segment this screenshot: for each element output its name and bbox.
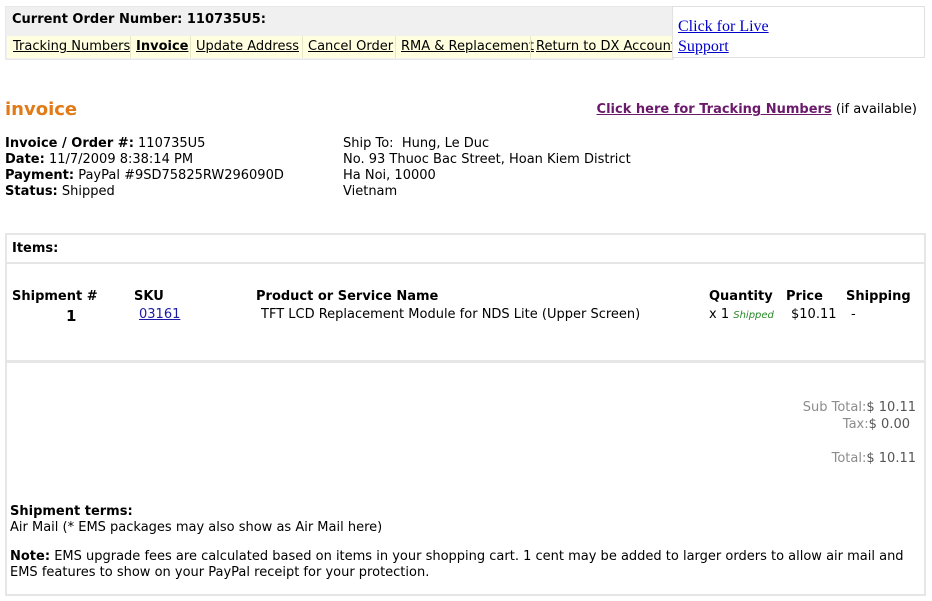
date-line: Date: 11/7/2009 8:38:14 PM xyxy=(5,152,284,168)
row-shipping: - xyxy=(851,307,856,322)
order-header: Current Order Number: 110735U5: Tracking… xyxy=(5,6,676,60)
total-label: Total: xyxy=(831,451,867,466)
sku-link[interactable]: 03161 xyxy=(139,307,180,322)
order-number-value: 110735U5 xyxy=(138,136,206,151)
ship-to-label: Ship To: xyxy=(343,136,394,151)
total-row: Total:$ 10.11 xyxy=(832,451,916,466)
tracking-numbers-link[interactable]: Click here for Tracking Numbers xyxy=(597,102,832,117)
shipment-terms-heading: Shipment terms: xyxy=(10,504,133,519)
tracking-link-row: Click here for Tracking Numbers (if avai… xyxy=(597,102,917,117)
date-label: Date: xyxy=(5,152,45,167)
quantity-value: x 1 xyxy=(709,307,730,322)
row-quantity: x 1 Shipped xyxy=(709,307,774,322)
ship-to-address: Ship To: Hung, Le Duc No. 93 Thuoc Bac S… xyxy=(343,136,631,200)
total-value: $ 10.11 xyxy=(866,451,916,466)
nav-update-address[interactable]: Update Address xyxy=(196,39,299,54)
status-line: Status: Shipped xyxy=(5,184,284,200)
ship-to-street: No. 93 Thuoc Bac Street, Hoan Kiem Distr… xyxy=(343,152,631,167)
nav-divider xyxy=(190,36,191,58)
payment-label: Payment: xyxy=(5,168,75,183)
row-sku: 03161 xyxy=(139,307,180,322)
current-order-number: Current Order Number: 110735U5: xyxy=(12,12,266,27)
nav-return-to-account[interactable]: Return to DX Account xyxy=(536,39,676,54)
nav-rma-replacement[interactable]: RMA & Replacement xyxy=(401,39,534,54)
shipment-terms-text: Air Mail (* EMS packages may also show a… xyxy=(10,520,383,535)
status-label: Status: xyxy=(5,184,58,199)
payment-line: Payment: PayPal #9SD75825RW296090D xyxy=(5,168,284,184)
nav-divider xyxy=(395,36,396,58)
items-table: Shipment # SKU Product or Service Name Q… xyxy=(5,262,926,362)
col-price: Price xyxy=(786,289,823,304)
nav-tracking-numbers[interactable]: Tracking Numbers xyxy=(13,39,130,54)
subtotal-value: $ 10.11 xyxy=(866,400,916,415)
subtotal-row: Sub Total:$ 10.11 xyxy=(803,400,916,415)
summary-box: Sub Total:$ 10.11 Tax:$ 0.00 Total:$ 10.… xyxy=(5,361,926,596)
tax-label: Tax: xyxy=(842,417,869,432)
order-number-line: Invoice / Order #: 110735U5 xyxy=(5,136,284,152)
date-value: 11/7/2009 8:38:14 PM xyxy=(48,152,194,167)
order-number-label: Invoice / Order #: xyxy=(5,136,134,151)
row-price: $10.11 xyxy=(791,307,837,322)
nav-invoice[interactable]: Invoice xyxy=(136,39,188,54)
ship-to-city: Ha Noi, 10000 xyxy=(343,168,436,183)
ship-to-country: Vietnam xyxy=(343,184,398,199)
status-value: Shipped xyxy=(61,184,115,199)
ship-to-name-line: Ship To: Hung, Le Duc xyxy=(343,136,631,152)
order-info: Invoice / Order #: 110735U5 Date: 11/7/2… xyxy=(5,136,284,200)
row-product-name: TFT LCD Replacement Module for NDS Lite … xyxy=(261,307,641,322)
nav-divider xyxy=(530,36,531,58)
note: Note: EMS upgrade fees are calculated ba… xyxy=(10,549,918,581)
live-support-link[interactable]: Click for Live Support xyxy=(678,17,788,57)
tracking-suffix: (if available) xyxy=(835,102,917,117)
col-quantity: Quantity xyxy=(709,289,773,304)
items-header-box: Items: xyxy=(5,233,926,264)
note-text: EMS upgrade fees are calculated based on… xyxy=(10,549,904,580)
nav-divider xyxy=(302,36,303,58)
subtotal-label: Sub Total: xyxy=(802,400,867,415)
items-title: Items: xyxy=(12,241,59,256)
shipped-status: Shipped xyxy=(733,310,774,321)
row-shipment-number: 1 xyxy=(66,307,77,325)
note-label: Note: xyxy=(10,549,51,564)
tax-row: Tax:$ 0.00 xyxy=(843,417,910,432)
nav-divider xyxy=(130,36,131,58)
col-product-name: Product or Service Name xyxy=(256,289,439,304)
col-sku: SKU xyxy=(134,289,164,304)
page-title: invoice xyxy=(5,99,78,120)
col-shipment: Shipment # xyxy=(12,289,98,304)
payment-value: PayPal #9SD75825RW296090D xyxy=(78,168,284,183)
col-shipping: Shipping xyxy=(846,289,911,304)
ship-to-name: Hung, Le Duc xyxy=(401,136,490,151)
nav-cancel-order[interactable]: Cancel Order xyxy=(308,39,393,54)
tax-value: $ 0.00 xyxy=(868,417,910,432)
order-nav: Tracking Numbers Invoice Update Address … xyxy=(7,36,676,58)
live-support-panel: Click for Live Support xyxy=(672,6,925,58)
